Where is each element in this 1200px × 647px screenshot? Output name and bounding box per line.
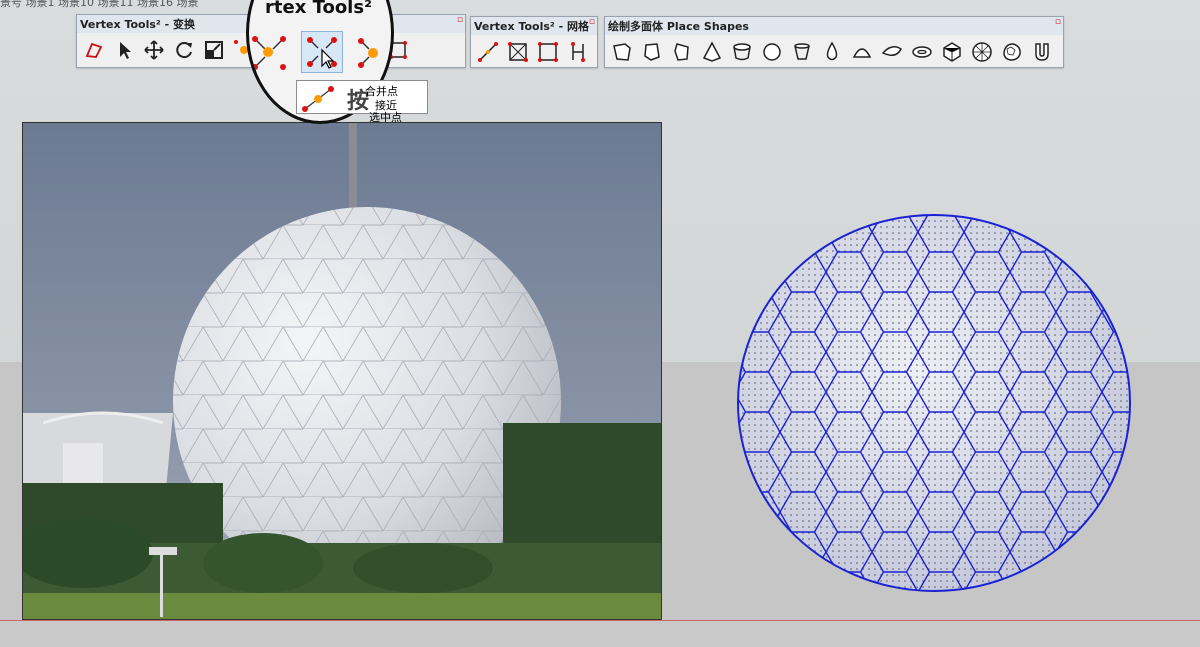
close-icon[interactable]: ▫	[1055, 17, 1061, 27]
polygon-select-icon[interactable]	[81, 37, 107, 63]
move-icon[interactable]	[141, 37, 167, 63]
cylinder-shape-icon[interactable]	[729, 39, 755, 65]
lens-shape-icon[interactable]	[879, 39, 905, 65]
polyhedron-shape-icon[interactable]	[939, 39, 965, 65]
sphere-shape-icon[interactable]	[759, 39, 785, 65]
scale-icon[interactable]	[201, 37, 227, 63]
close-icon[interactable]: ▫	[589, 17, 595, 27]
dome-shape-icon[interactable]	[849, 39, 875, 65]
tooltip-line2b: 选中点	[369, 111, 402, 124]
rotate-icon[interactable]	[171, 37, 197, 63]
split-icon[interactable]	[565, 39, 591, 65]
reference-photo[interactable]	[22, 122, 662, 620]
diagonal-edge-icon[interactable]	[475, 39, 501, 65]
torus-shape-icon[interactable]	[909, 39, 935, 65]
merge-vertices-zoomed-icon	[249, 33, 289, 73]
cup-shape-icon[interactable]	[789, 39, 815, 65]
close-icon[interactable]: ▫	[457, 15, 463, 25]
tooltip: 按 合并点 接近 选中点	[296, 80, 428, 124]
merge-to-selected-zoomed-icon	[353, 33, 391, 73]
scene-tabs[interactable]: 景号 场景1 场景10 场景11 场景16 场景	[0, 0, 198, 10]
shapes-toolbar: 绘制多面体 Place Shapes ▫	[604, 16, 1064, 68]
magnifier-title: rtex Tools²	[265, 0, 372, 18]
quad-icon[interactable]	[535, 39, 561, 65]
mesh-toolbar-title[interactable]: Vertex Tools² - 网格 ▫	[471, 17, 597, 35]
mesh-toolbar: Vertex Tools² - 网格 ▫	[470, 16, 598, 68]
status-bar	[0, 620, 1200, 647]
pointer-icon[interactable]	[111, 37, 137, 63]
pyramid-shape-icon[interactable]	[699, 39, 725, 65]
prism-shape-icon[interactable]	[639, 39, 665, 65]
geosphere-shape-icon[interactable]	[969, 39, 995, 65]
hex-sphere-icon[interactable]	[999, 39, 1025, 65]
merge-to-nearest-icon[interactable]	[301, 31, 343, 73]
triangulate-icon[interactable]	[505, 39, 531, 65]
shapes-toolbar-title[interactable]: 绘制多面体 Place Shapes ▫	[605, 17, 1063, 35]
hex-sphere-model[interactable]	[734, 212, 1134, 594]
pentagon-prism-icon[interactable]	[669, 39, 695, 65]
radome-photo	[23, 123, 661, 619]
box-shape-icon[interactable]	[609, 39, 635, 65]
tooltip-merge-icon	[301, 85, 335, 113]
droplet-shape-icon[interactable]	[819, 39, 845, 65]
magnet-shape-icon[interactable]	[1029, 39, 1055, 65]
